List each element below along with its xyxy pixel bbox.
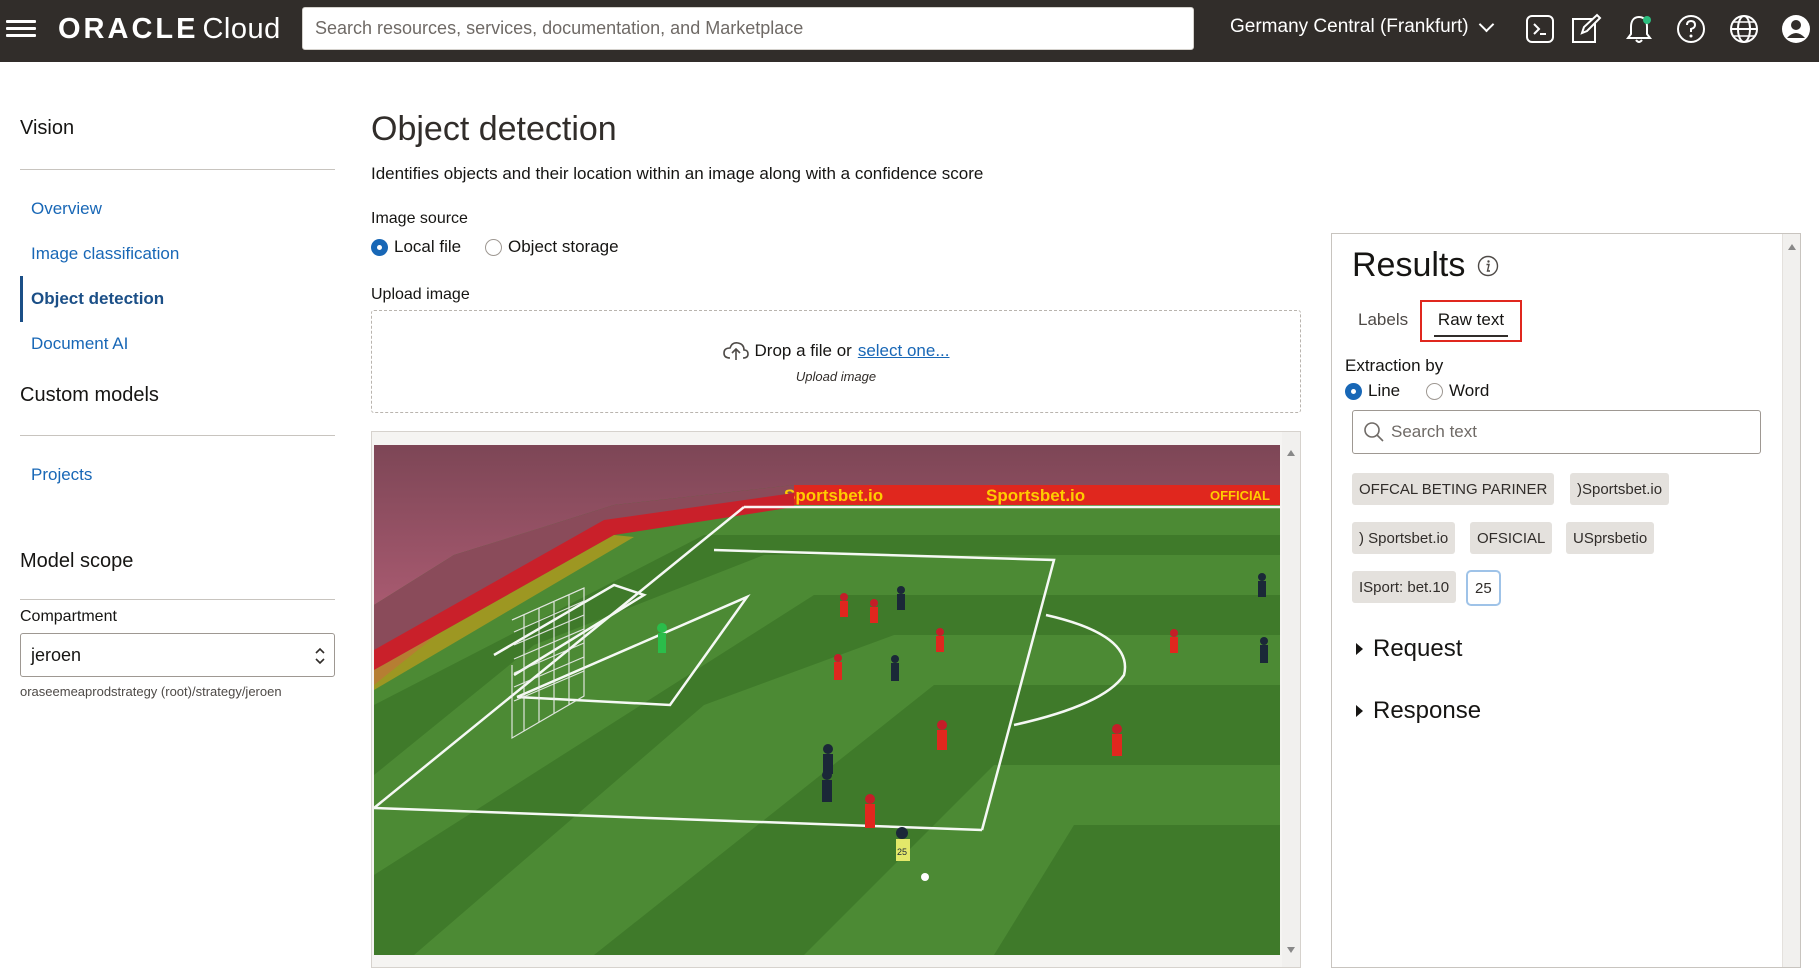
- radio-button-checked[interactable]: [1345, 382, 1362, 400]
- region-label: Germany Central (Frankfurt): [1230, 16, 1469, 37]
- radio-word-label: Word: [1449, 381, 1490, 400]
- sidebar-item-image-classification[interactable]: Image classification: [31, 244, 179, 264]
- radio-button[interactable]: [485, 238, 502, 256]
- page-title: Object detection: [371, 110, 617, 148]
- ad-board-text-2: Sportsbet.io: [986, 486, 1085, 505]
- drop-text: Drop a file or: [754, 341, 852, 360]
- sidebar-item-document-ai[interactable]: Document AI: [31, 334, 128, 354]
- expand-triangle-icon: [1356, 705, 1363, 717]
- cloud-upload-icon: [722, 342, 749, 360]
- sidebar-item-overview[interactable]: Overview: [31, 199, 102, 219]
- help-icon[interactable]: [1675, 13, 1707, 45]
- search-text-input[interactable]: [1391, 422, 1760, 442]
- radio-line[interactable]: Line: [1345, 381, 1400, 401]
- radio-object-storage-label: Object storage: [508, 237, 619, 256]
- extraction-by-label: Extraction by: [1345, 356, 1444, 375]
- nav-section-vision: Vision: [20, 117, 75, 139]
- request-accordion[interactable]: Request: [1356, 635, 1462, 663]
- ad-board-text-3: OFFICIAL: [1210, 488, 1270, 503]
- sidebar-item-object-detection[interactable]: Object detection: [31, 289, 164, 309]
- drop-instructions: Drop a file or select one...: [372, 341, 1300, 361]
- response-label: Response: [1373, 697, 1482, 724]
- edit-icon[interactable]: [1570, 13, 1602, 45]
- divider: [20, 169, 335, 170]
- ad-board-text-1: Sportsbet.io: [784, 486, 883, 505]
- tab-raw-text-label: Raw text: [1437, 310, 1505, 329]
- file-dropzone[interactable]: Drop a file or select one... Upload imag…: [371, 310, 1301, 413]
- raw-text-chip[interactable]: )Sportsbet.io: [1570, 473, 1670, 505]
- sidebar-item-projects[interactable]: Projects: [31, 465, 92, 485]
- compartment-value: jeroen: [31, 644, 82, 665]
- football-pitch-image: Sportsbet.io Sportsbet.io OFFICIAL 25: [374, 445, 1280, 955]
- raw-text-chip[interactable]: OFFCAL BETING PARINER: [1352, 473, 1555, 505]
- cloud-shell-icon[interactable]: [1524, 13, 1556, 45]
- tab-raw-text[interactable]: Raw text: [1420, 300, 1522, 342]
- brand-cloud: Cloud: [202, 13, 281, 45]
- nav-section-custom-models: Custom models: [20, 384, 159, 406]
- raw-text-chip[interactable]: ) Sportsbet.io: [1352, 522, 1456, 554]
- radio-local-file-label: Local file: [394, 237, 462, 256]
- radio-object-storage[interactable]: Object storage: [485, 237, 619, 257]
- expand-triangle-icon: [1356, 643, 1363, 655]
- radio-word[interactable]: Word: [1426, 381, 1489, 401]
- notifications-bell-icon[interactable]: [1623, 13, 1655, 45]
- compartment-path: oraseemeaprodstrategy (root)/strategy/je…: [20, 684, 282, 699]
- results-panel: Results Labels Raw text Extraction by Li…: [1331, 233, 1801, 968]
- scroll-up-icon[interactable]: [1788, 244, 1796, 250]
- global-search-input[interactable]: [315, 18, 1181, 39]
- top-navigation-bar: ORACLECloud Germany Central (Frankfurt): [0, 0, 1819, 62]
- tab-labels[interactable]: Labels: [1358, 310, 1408, 330]
- response-accordion[interactable]: Response: [1356, 697, 1481, 725]
- raw-text-chip[interactable]: USprsbetio: [1566, 522, 1655, 554]
- raw-text-chip-selected[interactable]: 25: [1466, 570, 1501, 606]
- search-text-field: [1352, 410, 1761, 454]
- image-scrollbar[interactable]: [1282, 432, 1300, 967]
- up-down-chevron-icon: [315, 647, 325, 665]
- drop-subtitle: Upload image: [795, 369, 877, 384]
- results-title: Results: [1352, 246, 1466, 284]
- chevron-down-icon: [1478, 16, 1494, 32]
- raw-text-chip[interactable]: ISport: bet.10: [1352, 571, 1457, 603]
- global-search: [302, 7, 1194, 50]
- hamburger-menu-icon[interactable]: [6, 16, 36, 40]
- upload-image-label: Upload image: [371, 286, 470, 303]
- globe-icon[interactable]: [1728, 13, 1760, 45]
- oracle-cloud-logo[interactable]: ORACLE Cloud: [58, 13, 281, 46]
- active-tab-underline: [1434, 335, 1508, 337]
- scroll-up-icon[interactable]: [1287, 450, 1295, 456]
- results-heading: Results: [1352, 246, 1499, 285]
- select-file-link[interactable]: select one...: [858, 341, 950, 361]
- divider: [20, 599, 335, 600]
- image-source-label: Image source: [371, 210, 468, 227]
- page-description: Identifies objects and their location wi…: [371, 164, 984, 183]
- search-icon: [1364, 422, 1384, 442]
- model-scope-heading: Model scope: [20, 550, 134, 572]
- info-icon[interactable]: [1477, 255, 1499, 277]
- raw-text-chip[interactable]: OFSICIAL: [1470, 522, 1553, 554]
- brand-oracle: ORACLE: [58, 13, 199, 45]
- scroll-down-icon[interactable]: [1287, 947, 1295, 953]
- radio-line-label: Line: [1368, 381, 1401, 400]
- region-selector[interactable]: Germany Central (Frankfurt): [1230, 16, 1494, 38]
- compartment-select[interactable]: jeroen: [20, 633, 335, 677]
- jersey-number: 25: [897, 847, 907, 857]
- radio-button-checked[interactable]: [371, 238, 388, 256]
- user-profile-icon[interactable]: [1780, 13, 1812, 45]
- image-preview-frame: Sportsbet.io Sportsbet.io OFFICIAL 25: [371, 431, 1301, 968]
- radio-button[interactable]: [1426, 382, 1443, 400]
- results-scrollbar[interactable]: [1782, 234, 1800, 967]
- compartment-label: Compartment: [20, 608, 117, 625]
- active-indicator: [20, 276, 23, 322]
- request-label: Request: [1373, 635, 1463, 662]
- divider: [20, 435, 335, 436]
- radio-local-file[interactable]: Local file: [371, 237, 461, 257]
